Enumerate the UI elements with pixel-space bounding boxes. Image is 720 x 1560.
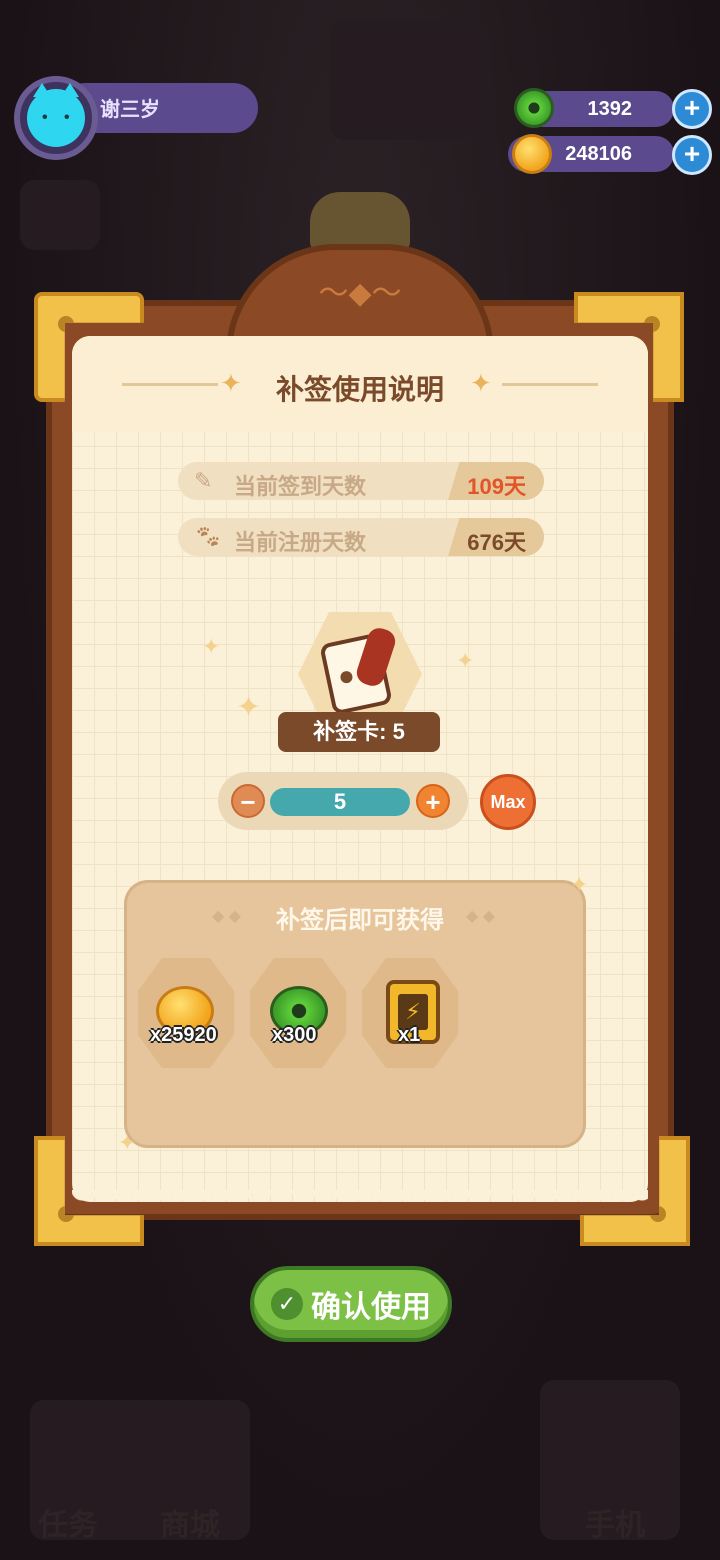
quantity-input[interactable]: 5 bbox=[270, 788, 410, 816]
reward-count: x25920 bbox=[150, 1024, 217, 1046]
bow-ornament bbox=[310, 192, 410, 252]
paw-icon: ● bbox=[338, 660, 355, 691]
background-label-tasks: 任务 bbox=[38, 1509, 98, 1542]
reward-count: x1 bbox=[398, 1024, 421, 1046]
makeup-card-count: 补签卡: 5 bbox=[278, 712, 440, 752]
increase-button[interactable]: + bbox=[416, 784, 450, 818]
background-label-shop: 商城 bbox=[160, 1509, 220, 1542]
currency-value: 248106 bbox=[565, 142, 632, 165]
confirm-use-button[interactable]: ✓ 确认使用 bbox=[250, 1266, 452, 1342]
green-donut-icon bbox=[514, 88, 554, 128]
sparkle-icon: ✦ bbox=[570, 872, 589, 897]
avatar[interactable]: • • bbox=[14, 76, 98, 160]
stat-checkin-days: ✎ 当前签到天数 109天 bbox=[178, 462, 544, 500]
stat-value: 109天 bbox=[467, 474, 526, 499]
currency-value: 1392 bbox=[587, 97, 633, 120]
add-coin-button[interactable]: + bbox=[672, 135, 712, 175]
background-block bbox=[330, 20, 490, 140]
sparkle-icon: ✦ bbox=[202, 634, 221, 659]
pencil-icon: ✎ bbox=[194, 468, 213, 493]
stat-register-days: 🐾︎ 当前注册天数 676天 bbox=[178, 518, 544, 556]
checkmark-icon: ✓ bbox=[271, 1288, 303, 1320]
paper-wavy-edge bbox=[72, 1190, 648, 1208]
background-block bbox=[20, 180, 100, 250]
gold-coin-icon bbox=[512, 134, 552, 174]
sparkle-icon: ✦ bbox=[456, 648, 475, 673]
add-donut-button[interactable]: + bbox=[672, 89, 712, 129]
stat-label: 当前签到天数 bbox=[234, 474, 367, 499]
sparkle-icon: ✦ bbox=[118, 1130, 137, 1155]
paw-icon: 🐾︎ bbox=[194, 524, 222, 549]
max-button[interactable]: Max bbox=[480, 774, 536, 830]
confirm-label: 确认使用 bbox=[311, 1291, 431, 1324]
dialog-title: 补签使用说明 bbox=[275, 374, 444, 405]
sparkle-icon: ✦ bbox=[236, 691, 262, 724]
stat-label: 当前注册天数 bbox=[234, 530, 367, 555]
background-label-phone: 手机 bbox=[585, 1509, 645, 1542]
username: 谢三岁 bbox=[100, 99, 160, 121]
reward-count: x300 bbox=[272, 1024, 317, 1046]
reward-title: 补签后即可获得 bbox=[276, 907, 444, 934]
decrease-button[interactable]: − bbox=[231, 784, 265, 818]
stat-value: 676天 bbox=[467, 530, 526, 555]
arch-ornament-icon: 〜◆〜 bbox=[318, 277, 402, 310]
cat-face-icon: • • bbox=[27, 83, 85, 147]
